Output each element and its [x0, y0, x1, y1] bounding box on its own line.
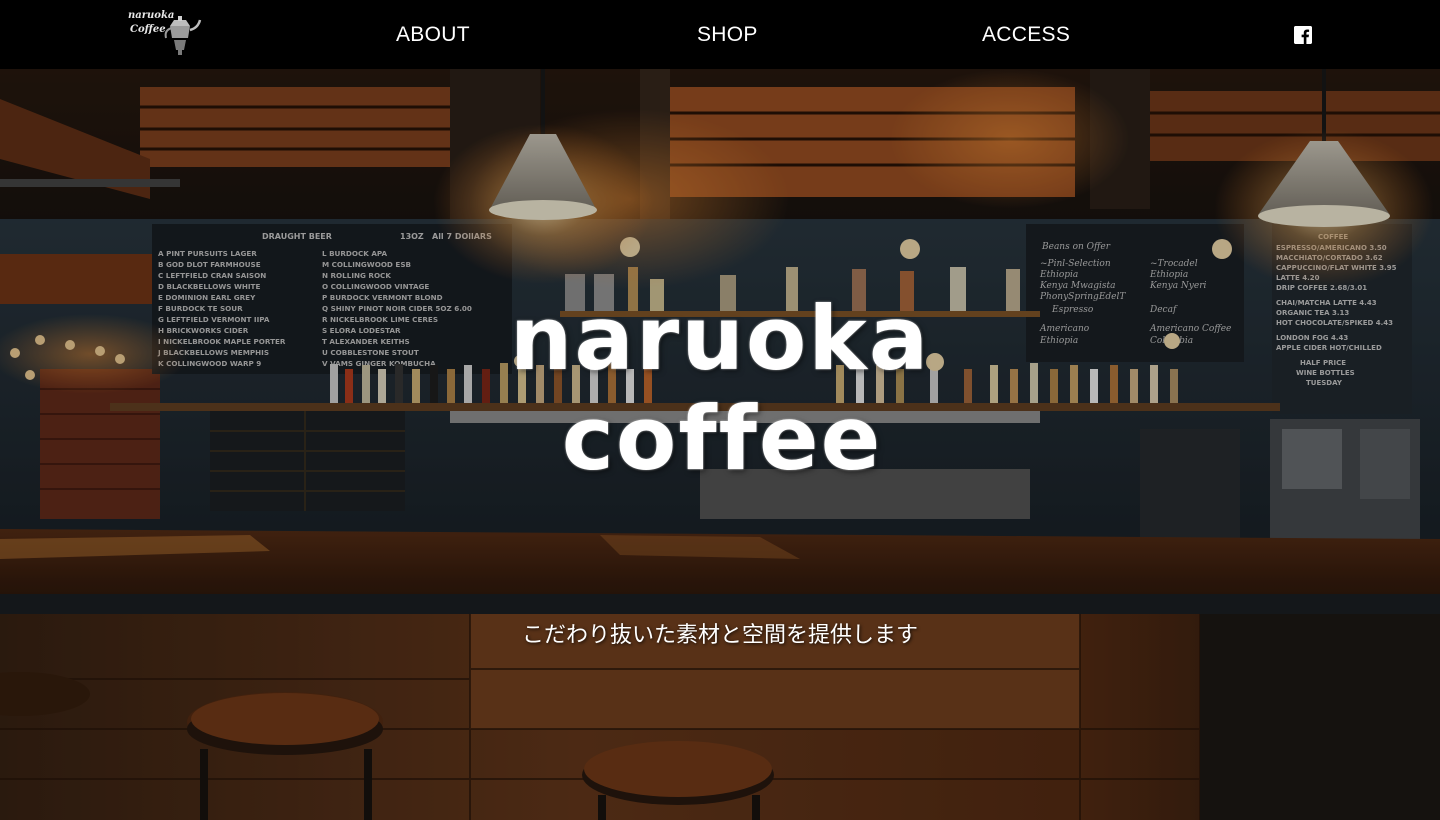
facebook-icon	[1294, 26, 1312, 44]
hero-tagline: こだわり抜いた素材と空間を提供します	[521, 623, 918, 648]
hero-title-line-2: coffee	[561, 387, 883, 490]
site-logo[interactable]: naruoka Coffee	[124, 6, 204, 58]
nav-shop[interactable]: SHOP	[697, 22, 758, 48]
coffee-kettle-icon	[164, 16, 202, 55]
nav-access[interactable]: ACCESS	[982, 22, 1070, 48]
site-header: naruoka Coffee ABOUT SHOP ACCESS	[0, 0, 1440, 69]
facebook-link[interactable]	[1294, 26, 1312, 44]
hero-section: DRAUGHT BEER 13OZAll 7 DOllARS A PINT PU…	[0, 69, 1440, 820]
hero-title-line-1: naruoka	[509, 287, 931, 390]
nav-about[interactable]: ABOUT	[396, 22, 470, 48]
